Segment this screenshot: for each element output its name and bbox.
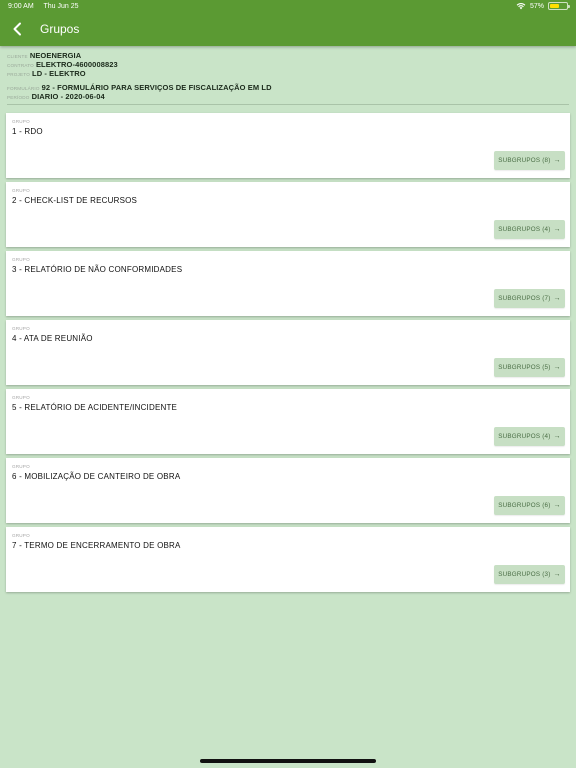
app-header: 9:00 AM Thu Jun 25 57% Grupos xyxy=(0,0,576,46)
status-bar: 9:00 AM Thu Jun 25 57% xyxy=(0,0,576,14)
group-title: 3 - RELATÓRIO DE NÃO CONFORMIDADES xyxy=(12,265,183,274)
subgroups-button[interactable]: SUBGRUPOS (8) → xyxy=(494,151,565,170)
group-title: 1 - RDO xyxy=(12,127,43,136)
battery-percent: 57% xyxy=(529,2,544,10)
group-title: 6 - MOBILIZAÇÃO DE CANTEIRO DE OBRA xyxy=(12,472,181,481)
subgroups-button[interactable]: SUBGRUPOS (4) → xyxy=(494,427,565,446)
group-label: GRUPO xyxy=(12,533,30,538)
group-card: GRUPO 6 - MOBILIZAÇÃO DE CANTEIRO DE OBR… xyxy=(6,458,570,523)
form-label: FORMULÁRIO xyxy=(7,86,40,91)
project-row: PROJETO LD - ELEKTRO xyxy=(7,69,569,78)
form-info: CLIENTE NEOENERGIA CONTRATO ELEKTRO-4600… xyxy=(7,51,569,101)
group-list: GRUPO 1 - RDO SUBGRUPOS (8) → GRUPO 2 - … xyxy=(6,113,570,596)
project-value: LD - ELEKTRO xyxy=(32,69,86,78)
form-value: 92 - FORMULÁRIO PARA SERVIÇOS DE FISCALI… xyxy=(41,83,272,92)
subgroups-button[interactable]: SUBGRUPOS (6) → xyxy=(494,496,565,515)
subgroups-button-label: SUBGRUPOS (3) xyxy=(498,571,551,578)
group-card: GRUPO 4 - ATA DE REUNIÃO SUBGRUPOS (5) → xyxy=(6,320,570,385)
arrow-right-icon: → xyxy=(553,571,561,578)
client-row: CLIENTE NEOENERGIA xyxy=(7,51,569,60)
back-button[interactable] xyxy=(8,20,26,38)
chevron-left-icon xyxy=(13,22,21,36)
group-label: GRUPO xyxy=(12,395,30,400)
group-title: 4 - ATA DE REUNIÃO xyxy=(12,334,93,343)
subgroups-button-label: SUBGRUPOS (8) xyxy=(498,157,551,164)
arrow-right-icon: → xyxy=(553,502,561,509)
contract-row: CONTRATO ELEKTRO-4600008823 xyxy=(7,60,569,69)
home-indicator[interactable] xyxy=(200,759,376,763)
group-card: GRUPO 1 - RDO SUBGRUPOS (8) → xyxy=(6,113,570,178)
subgroups-button-label: SUBGRUPOS (6) xyxy=(498,502,551,509)
subgroups-button-label: SUBGRUPOS (4) xyxy=(498,226,551,233)
arrow-right-icon: → xyxy=(553,364,561,371)
arrow-right-icon: → xyxy=(553,433,561,440)
contract-value: ELEKTRO-4600008823 xyxy=(35,60,118,69)
contract-label: CONTRATO xyxy=(7,63,34,68)
subgroups-button[interactable]: SUBGRUPOS (4) → xyxy=(494,220,565,239)
group-card: GRUPO 5 - RELATÓRIO DE ACIDENTE/INCIDENT… xyxy=(6,389,570,454)
group-label: GRUPO xyxy=(12,257,30,262)
arrow-right-icon: → xyxy=(553,295,561,302)
subgroups-button-label: SUBGRUPOS (4) xyxy=(498,433,551,440)
form-row: FORMULÁRIO 92 - FORMULÁRIO PARA SERVIÇOS… xyxy=(7,83,569,92)
page-title: Grupos xyxy=(40,22,80,36)
group-title: 5 - RELATÓRIO DE ACIDENTE/INCIDENTE xyxy=(12,403,178,412)
group-card: GRUPO 2 - CHECK-LIST DE RECURSOS SUBGRUP… xyxy=(6,182,570,247)
project-label: PROJETO xyxy=(7,72,31,77)
subgroups-button[interactable]: SUBGRUPOS (3) → xyxy=(494,565,565,584)
subgroups-button[interactable]: SUBGRUPOS (7) → xyxy=(494,289,565,308)
group-title: 2 - CHECK-LIST DE RECURSOS xyxy=(12,196,138,205)
group-card: GRUPO 3 - RELATÓRIO DE NÃO CONFORMIDADES… xyxy=(6,251,570,316)
client-label: CLIENTE xyxy=(7,54,28,59)
subgroups-button[interactable]: SUBGRUPOS (5) → xyxy=(494,358,565,377)
arrow-right-icon: → xyxy=(553,157,561,164)
wifi-icon xyxy=(516,3,526,10)
subgroups-button-label: SUBGRUPOS (7) xyxy=(498,295,551,302)
status-time: 9:00 AM xyxy=(8,3,34,10)
divider xyxy=(7,104,569,105)
arrow-right-icon: → xyxy=(553,226,561,233)
status-date: Thu Jun 25 xyxy=(43,3,79,10)
period-label: PERÍODO xyxy=(7,95,30,100)
group-label: GRUPO xyxy=(12,464,30,469)
period-row: PERÍODO DIARIO - 2020-06-04 xyxy=(7,92,569,101)
group-label: GRUPO xyxy=(12,119,30,124)
group-title: 7 - TERMO DE ENCERRAMENTO DE OBRA xyxy=(12,541,181,550)
period-value: DIARIO - 2020-06-04 xyxy=(31,92,105,101)
group-label: GRUPO xyxy=(12,188,30,193)
group-label: GRUPO xyxy=(12,326,30,331)
group-card: GRUPO 7 - TERMO DE ENCERRAMENTO DE OBRA … xyxy=(6,527,570,592)
client-value: NEOENERGIA xyxy=(29,51,82,60)
battery-icon xyxy=(548,2,570,10)
subgroups-button-label: SUBGRUPOS (5) xyxy=(498,364,551,371)
